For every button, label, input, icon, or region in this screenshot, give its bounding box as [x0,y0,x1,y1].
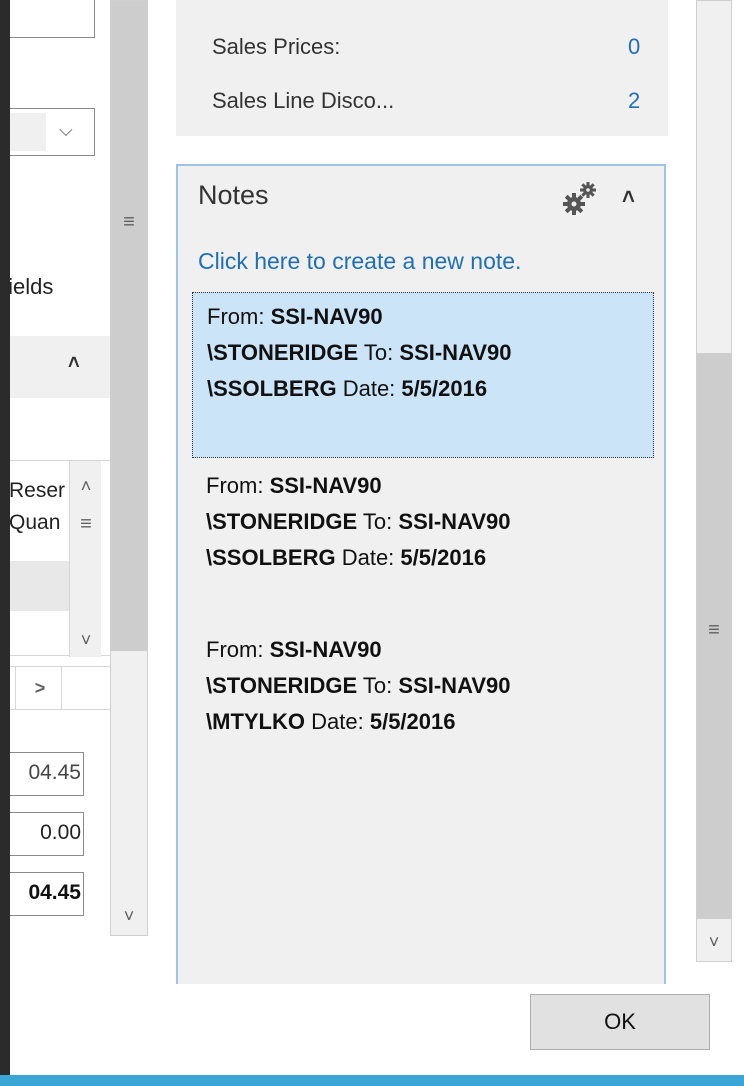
to-label: To: [363,340,394,365]
window-bottom-border [0,1075,744,1086]
from-domain: \STONERIDGE [206,673,358,698]
scroll-grip-icon[interactable]: ≡ [697,619,731,642]
customer-statistics-factbox: Sales Prices: 0 Sales Line Disco... 2 [176,0,668,136]
dialog-window: ⌵ fields ˄ Reser Quan ˄ ≡ ˅ > 04.45 0.00… [10,0,744,1075]
to-label: To: [362,509,393,534]
chevron-down-icon[interactable]: ⌵ [51,119,81,141]
factbox-scrollbar[interactable]: ≡ ˅ [696,0,732,962]
from-label: From: [206,473,264,498]
from-domain: \STONERIDGE [207,340,359,365]
to-domain: \SSOLBERG [206,545,336,570]
sales-line-discounts-label: Sales Line Disco... [212,88,395,113]
to-domain: \MTYLKO [206,709,305,734]
ok-button[interactable]: OK [530,994,710,1050]
date-label: Date: [342,376,396,401]
from-label: From: [207,304,265,329]
scroll-up-arrow-icon[interactable]: ˄ [70,475,102,497]
scroll-down-arrow-icon[interactable]: ˅ [111,905,147,927]
table-hscrollbar[interactable]: > [10,666,120,710]
window-edge [0,0,10,1075]
date-label: Date: [311,709,364,734]
table-row[interactable] [10,561,69,611]
dropdown-field[interactable]: ⌵ [10,108,95,156]
divider [61,667,62,709]
sales-prices-value[interactable]: 0 [628,34,640,60]
scroll-thumb[interactable] [111,1,147,651]
create-note-link[interactable]: Click here to create a new note. [198,248,521,275]
fields-label: fields [10,274,54,299]
scroll-down-arrow-icon[interactable]: ˅ [70,629,102,651]
main-vertical-scrollbar[interactable]: ≡ ˅ [110,0,148,936]
sales-line-discounts-value[interactable]: 2 [628,88,640,114]
note-item[interactable]: From: SSI-NAV90 \STONERIDGE To: SSI-NAV9… [192,292,654,458]
note-item[interactable]: From: SSI-NAV90 \STONERIDGE To: SSI-NAV9… [192,626,654,786]
column-header-reserved[interactable]: Reser [10,479,65,503]
notes-title: Notes [198,180,269,210]
scroll-right-arrow-icon[interactable]: > [25,677,55,699]
sales-prices-label: Sales Prices: [212,34,341,59]
collapse-icon[interactable]: ˄ [622,184,635,210]
from-domain: \STONERIDGE [206,509,358,534]
top-field[interactable] [10,0,95,38]
to-domain: \SSOLBERG [207,376,337,401]
from-user: SSI-NAV90 [269,637,382,662]
notes-factbox: Notes ˄ Click here to create a new note.… [176,164,666,984]
to-label: To: [362,673,393,698]
note-date: 5/5/2016 [401,376,488,401]
lines-table: Reser Quan ˄ ≡ ˅ [10,460,120,657]
vat-amount-field[interactable]: 0.00 [10,812,84,856]
scroll-grip-icon[interactable]: ≡ [111,211,147,234]
from-user: SSI-NAV90 [269,473,382,498]
from-label: From: [206,637,264,662]
scroll-grip-icon[interactable]: ≡ [70,513,102,536]
divider [15,667,16,709]
column-header-quantity[interactable]: Quan [10,511,60,535]
scroll-down-arrow-icon[interactable]: ˅ [697,931,731,953]
from-user: SSI-NAV90 [270,304,383,329]
dropdown-value [10,113,46,151]
subform-header: ˄ [10,336,120,398]
table-scrollbar[interactable]: ˄ ≡ ˅ [69,461,101,657]
total-incl-vat-field[interactable]: 04.45 [10,872,84,916]
to-user: SSI-NAV90 [398,673,511,698]
gears-icon[interactable] [562,180,598,216]
note-item[interactable]: From: SSI-NAV90 \STONERIDGE To: SSI-NAV9… [192,462,654,622]
to-user: SSI-NAV90 [399,340,512,365]
total-amount-field[interactable]: 04.45 [10,752,84,796]
date-label: Date: [341,545,395,570]
to-user: SSI-NAV90 [398,509,511,534]
collapse-icon[interactable]: ˄ [68,352,80,375]
note-date: 5/5/2016 [400,545,487,570]
note-date: 5/5/2016 [369,709,456,734]
